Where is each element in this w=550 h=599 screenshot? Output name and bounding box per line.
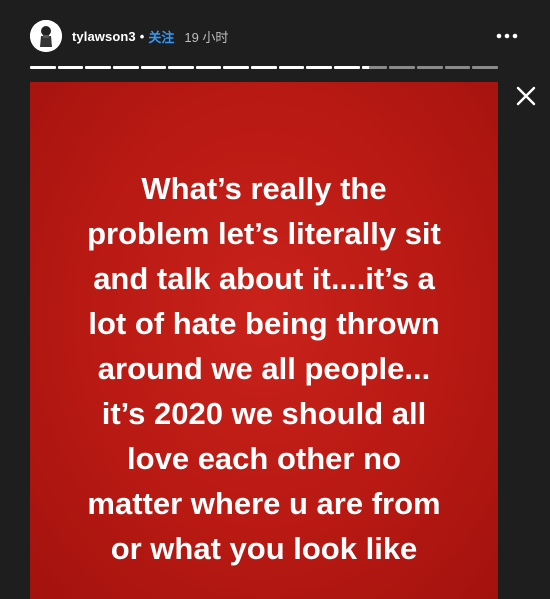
progress-segment [444,66,471,69]
progress-segment-fill [57,66,84,69]
progress-segment-fill [251,66,277,69]
progress-segment-fill [223,66,250,69]
more-horizontal-icon [496,33,518,39]
progress-segment [278,66,305,69]
story-progress-bar [30,66,498,69]
progress-segment [195,66,222,69]
avatar[interactable] [30,20,62,52]
progress-segment [223,66,250,69]
progress-segment [140,66,167,69]
progress-segment [168,66,194,69]
more-options-button[interactable] [492,26,522,46]
separator-dot: • [139,28,145,44]
progress-segment-fill [168,66,194,69]
close-icon [516,86,536,106]
progress-segment [334,66,360,69]
progress-segment [112,66,139,69]
progress-segment-fill [306,66,333,69]
story-viewer: tylawson3 • 关注 19 小时 What’s really the p… [0,0,550,599]
progress-segment [472,66,498,69]
progress-segment-fill [112,66,139,69]
progress-segment [57,66,84,69]
story-text: What’s really the problem let’s literall… [87,171,441,566]
username[interactable]: tylawson3 [72,29,136,44]
progress-segment [416,66,443,69]
progress-segment [306,66,333,69]
progress-segment-fill [195,66,222,69]
story-content[interactable]: What’s really the problem let’s literall… [30,82,498,599]
progress-segment [361,66,388,69]
progress-segment-fill [30,66,56,69]
avatar-image [30,20,62,52]
progress-segment-fill [278,66,305,69]
post-time: 19 小时 [184,29,229,45]
progress-segment-fill [361,66,370,69]
progress-segment-fill [140,66,167,69]
follow-button[interactable]: 关注 [148,27,174,46]
progress-segment [251,66,277,69]
progress-segment [389,66,415,69]
progress-segment [85,66,111,69]
progress-segment [30,66,56,69]
story-header: tylawson3 • 关注 19 小时 [30,18,518,54]
close-button[interactable] [512,82,540,110]
progress-segment-fill [85,66,111,69]
progress-segment-fill [334,66,360,69]
